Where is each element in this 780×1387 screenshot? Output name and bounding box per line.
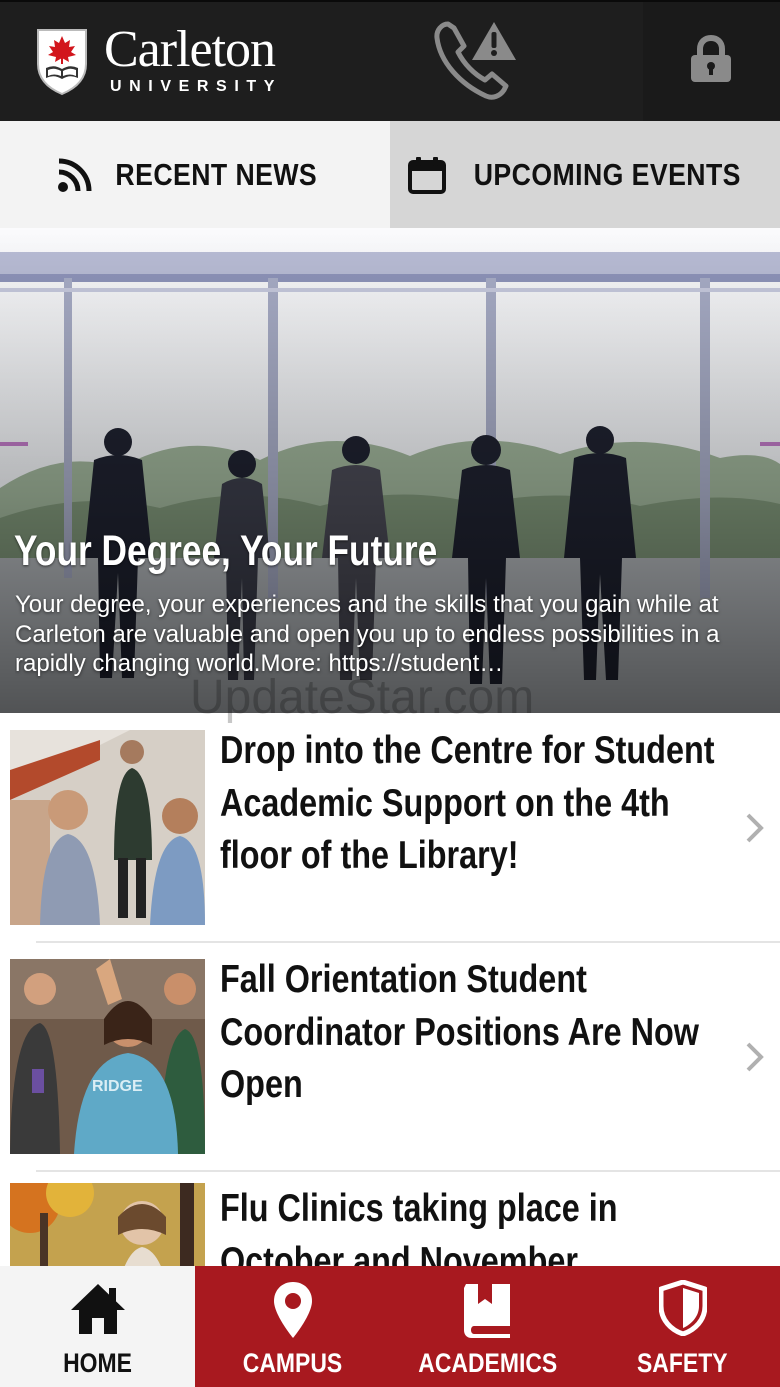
tab-recent-news[interactable]: RECENT NEWS	[0, 121, 390, 228]
login-lock-button[interactable]	[643, 2, 780, 121]
nav-academics-label: ACADEMICS	[417, 1348, 557, 1378]
nav-academics-icon-wrap	[390, 1280, 585, 1346]
news-item-title: Fall Orientation Student Coordinator Pos…	[220, 958, 699, 1106]
map-pin-icon	[273, 1282, 312, 1338]
news-thumbnail	[10, 730, 205, 925]
featured-story-title[interactable]: Your Degree, Your Future	[14, 526, 437, 576]
app-header: Carleton UNIVERSITY	[0, 0, 780, 121]
nav-campus[interactable]: CAMPUS	[195, 1266, 390, 1387]
lock-icon	[691, 35, 731, 82]
nav-safety[interactable]: SAFETY	[585, 1266, 780, 1387]
tab-upcoming-events[interactable]: UPCOMING EVENTS	[390, 121, 780, 228]
chevron-right-icon	[746, 1042, 764, 1072]
tab-recent-news-label: RECENT NEWS	[115, 156, 317, 192]
shield-icon	[658, 1280, 707, 1336]
nav-campus-icon-wrap	[195, 1280, 390, 1346]
tab-upcoming-events-label: UPCOMING EVENTS	[473, 156, 741, 192]
phone-alert-icon[interactable]	[430, 18, 522, 104]
news-thumbnail	[10, 1183, 205, 1266]
chevron-right-icon	[746, 813, 764, 843]
rss-icon	[57, 158, 92, 192]
book-icon	[463, 1284, 510, 1338]
nav-home[interactable]: HOME	[0, 1266, 195, 1387]
logo-wordmark: Carleton	[104, 21, 276, 78]
nav-home-icon-wrap	[0, 1280, 195, 1346]
nav-campus-label: CAMPUS	[242, 1348, 343, 1378]
news-item-title: Drop into the Centre for Student Academi…	[220, 729, 715, 877]
news-item-title: Flu Clinics taking place in October and …	[220, 1187, 618, 1266]
news-thumbnail: RIDGE	[10, 959, 205, 1154]
bottom-navigation: HOME CAMPUS ACADEMICS SAFETY	[0, 1266, 780, 1387]
svg-text:RIDGE: RIDGE	[92, 1078, 143, 1095]
nav-home-label: HOME	[63, 1348, 132, 1378]
nav-academics[interactable]: ACADEMICS	[390, 1266, 585, 1387]
news-list: Drop into the Centre for Student Academi…	[0, 713, 780, 1266]
news-events-tabs: RECENT NEWS UPCOMING EVENTS	[0, 121, 780, 228]
nav-safety-icon-wrap	[585, 1280, 780, 1346]
news-item[interactable]: Flu Clinics taking place in October and …	[0, 1171, 780, 1266]
carleton-logo[interactable]: Carleton UNIVERSITY	[34, 21, 304, 100]
news-item[interactable]: Drop into the Centre for Student Academi…	[0, 713, 780, 943]
featured-story-summary: Your degree, your experiences and the sk…	[15, 591, 720, 677]
logo-submark: UNIVERSITY	[110, 78, 283, 95]
nav-safety-label: SAFETY	[637, 1348, 728, 1378]
home-icon	[70, 1284, 125, 1334]
calendar-icon	[407, 156, 446, 194]
carleton-shield-logo	[37, 29, 87, 96]
news-item[interactable]: RIDGE Fall Orientation Student Coordinat…	[0, 942, 780, 1172]
